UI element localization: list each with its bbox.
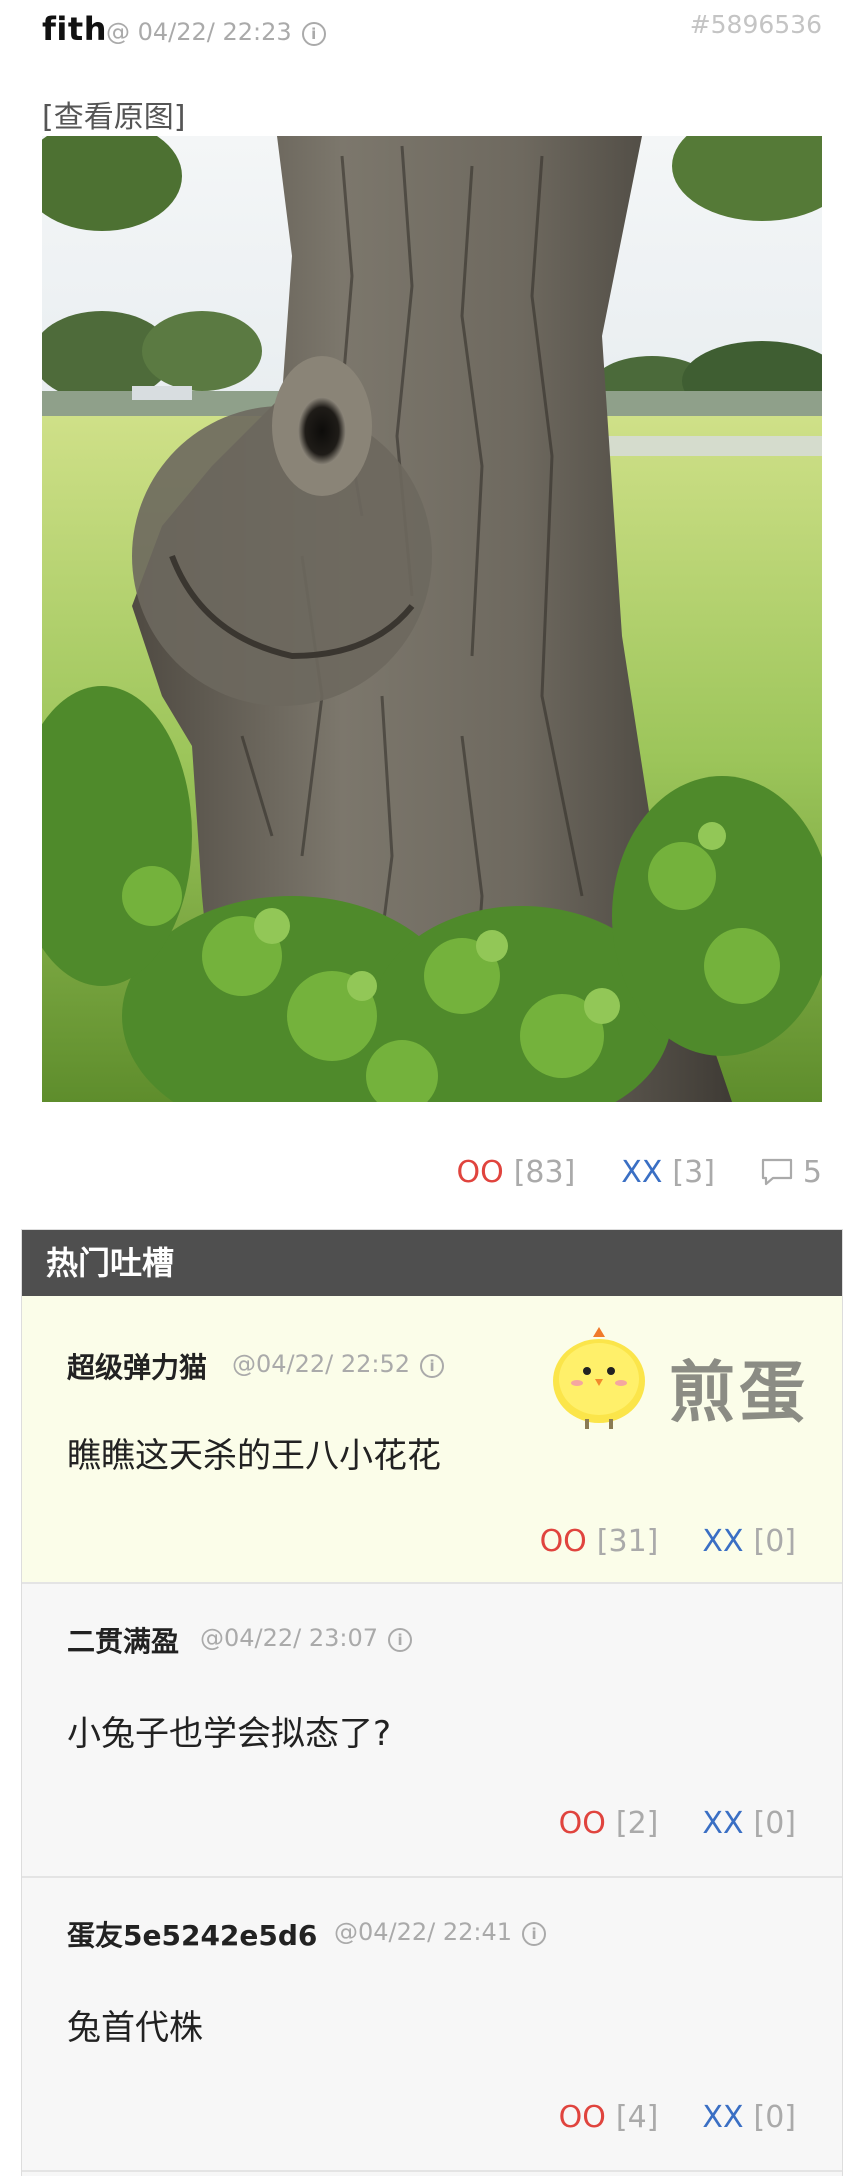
comment-oo-button[interactable]: OO [2] — [559, 1806, 659, 1841]
oo-count: [31] — [596, 1524, 659, 1559]
oo-count: [83] — [513, 1154, 576, 1190]
comment-text: 瞧瞧这天杀的王八小花花 — [67, 1436, 441, 1476]
post-time: @ 04/22/ 22:23 i — [106, 18, 326, 46]
oo-label: OO — [456, 1154, 504, 1190]
post-oo-button[interactable]: OO [83] — [456, 1155, 575, 1190]
comment-xx-button[interactable]: XX [0] — [702, 2100, 796, 2135]
comments-button[interactable]: 5 — [761, 1155, 822, 1190]
hot-comment-item: 二贯满盈 @04/22/ 23:07 i 小兔子也学会拟态了? OO [2] XX… — [22, 1584, 842, 1878]
chick-mascot-icon — [553, 1327, 645, 1429]
comment-oo-button[interactable]: OO [4] — [559, 2100, 659, 2135]
post-votes: OO [83] XX [3] 5 — [456, 1152, 822, 1192]
comment-time: @04/22/ 22:41 i — [334, 1918, 547, 1946]
oo-label: OO — [558, 2100, 606, 2135]
xx-label: XX — [702, 1806, 744, 1841]
info-icon[interactable]: i — [301, 22, 326, 46]
comment-text: 兔首代株 — [67, 2008, 203, 2048]
comment-author[interactable]: 蛋友5e5242e5d6 — [67, 1914, 317, 1954]
view-original-link[interactable]: [查看原图] — [42, 92, 185, 136]
hot-comments-panel: 热门吐槽 煎蛋 超级弹力猫 @04/22/ 22:52 i 瞧瞧这天杀的王八小花花 — [21, 1229, 843, 2176]
comment-votes: OO [4] XX [0] — [559, 2100, 796, 2135]
comment-time-text: @04/22/ 23:07 — [200, 1624, 379, 1652]
oo-count: [4] — [615, 2100, 659, 2135]
comment-author[interactable]: 二贯满盈 — [67, 1620, 179, 1660]
comment-votes: OO [2] XX [0] — [559, 1806, 796, 1841]
comment-time: @04/22/ 22:52 i — [232, 1350, 445, 1378]
brand-text: 煎蛋 — [669, 1354, 809, 1431]
comment-time: @04/22/ 23:07 i — [200, 1624, 413, 1652]
info-icon[interactable]: i — [420, 1354, 445, 1378]
info-icon[interactable]: i — [522, 1922, 547, 1946]
xx-count: [0] — [753, 1806, 797, 1841]
xx-label: XX — [702, 2100, 744, 2135]
jandan-brand-watermark: 煎蛋 — [549, 1319, 829, 1431]
xx-count: [0] — [753, 1524, 797, 1559]
comment-text: 小兔子也学会拟态了? — [67, 1714, 392, 1754]
hot-comments-title: 热门吐槽 — [22, 1230, 842, 1296]
post-image[interactable] — [42, 136, 822, 1102]
comments-count: 5 — [802, 1154, 822, 1190]
post-author[interactable]: fith — [42, 10, 107, 48]
info-icon[interactable]: i — [388, 1628, 413, 1652]
comment-xx-button[interactable]: XX [0] — [702, 1524, 796, 1559]
hot-comment-item: 煎蛋 超级弹力猫 @04/22/ 22:52 i 瞧瞧这天杀的王八小花花 OO [… — [22, 1296, 842, 1584]
oo-label: OO — [539, 1524, 587, 1559]
tree-photo — [42, 136, 822, 1102]
xx-label: XX — [621, 1154, 663, 1190]
post-header: fith @ 04/22/ 22:23 i #5896536 — [42, 10, 822, 54]
comment-xx-button[interactable]: XX [0] — [702, 1806, 796, 1841]
post-xx-button[interactable]: XX [3] — [621, 1155, 715, 1190]
comment-oo-button[interactable]: OO [31] — [540, 1524, 659, 1559]
hot-comment-item: 蛋友5e5242e5d6 @04/22/ 22:41 i 兔首代株 OO [4] … — [22, 1878, 842, 2172]
comment-votes: OO [31] XX [0] — [540, 1524, 796, 1559]
xx-label: XX — [702, 1524, 744, 1559]
xx-count: [3] — [672, 1154, 715, 1190]
oo-count: [2] — [615, 1806, 659, 1841]
post-id[interactable]: #5896536 — [690, 10, 822, 39]
oo-label: OO — [558, 1806, 606, 1841]
comment-time-text: @04/22/ 22:41 — [334, 1918, 513, 1946]
comment-author[interactable]: 超级弹力猫 — [67, 1346, 207, 1386]
xx-count: [0] — [753, 2100, 797, 2135]
post-time-text: @ 04/22/ 22:23 — [106, 18, 292, 46]
speech-bubble-icon — [761, 1158, 793, 1186]
comment-time-text: @04/22/ 22:52 — [232, 1350, 411, 1378]
